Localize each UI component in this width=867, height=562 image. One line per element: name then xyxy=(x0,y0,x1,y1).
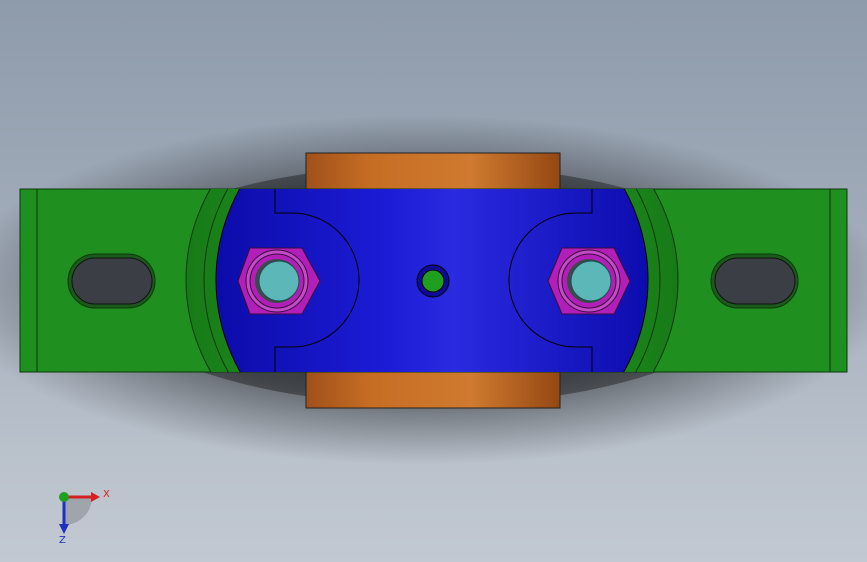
center-pin[interactable] xyxy=(416,264,450,298)
right-mounting-slot[interactable] xyxy=(710,253,799,309)
left-bolt-end[interactable] xyxy=(255,259,300,303)
x-axis-label: X xyxy=(103,489,110,500)
z-axis-head xyxy=(59,524,69,534)
model-view[interactable]: X Z xyxy=(0,0,867,562)
y-axis-dot xyxy=(59,492,69,502)
triad-shade xyxy=(64,497,92,525)
graphics-viewport[interactable]: X Z xyxy=(0,0,867,562)
right-bolt-end[interactable] xyxy=(567,259,612,303)
left-mounting-slot[interactable] xyxy=(67,253,156,309)
coordinate-triad: X Z xyxy=(59,489,110,546)
z-axis-label: Z xyxy=(59,535,66,546)
x-axis-head xyxy=(91,492,100,502)
